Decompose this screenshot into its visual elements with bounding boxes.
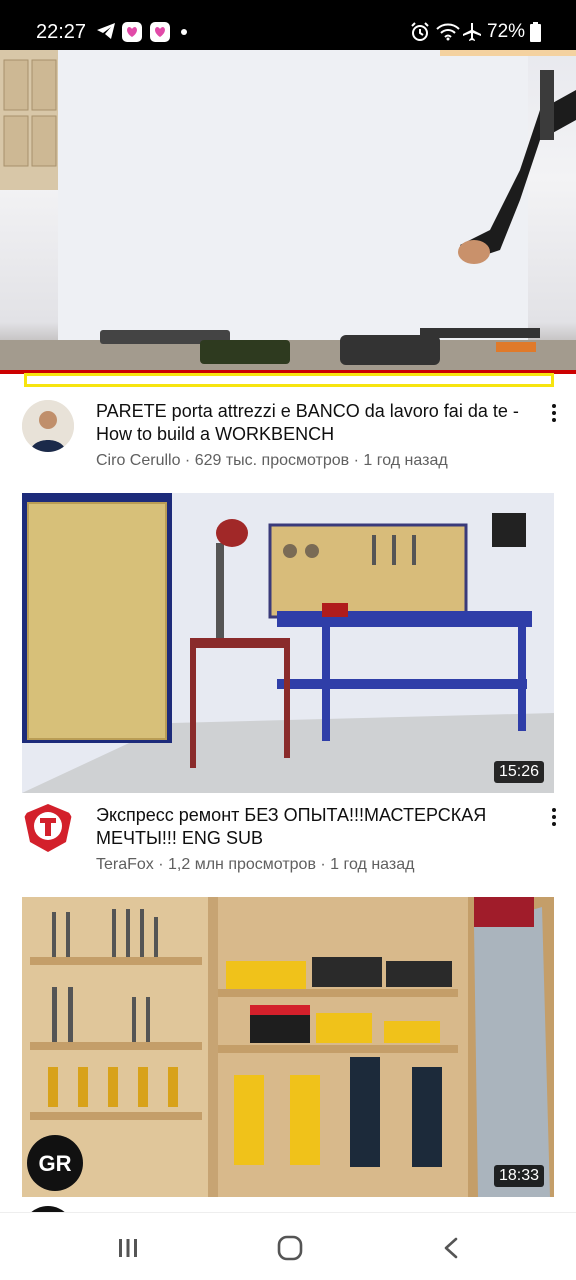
back-icon[interactable] xyxy=(442,1237,460,1259)
system-nav-bar xyxy=(0,1212,576,1280)
dot-icon xyxy=(181,29,187,35)
alarm-icon xyxy=(411,22,429,41)
channel-avatar[interactable] xyxy=(22,802,74,854)
likee-icon xyxy=(122,22,142,42)
video-metadata: Ciro Cerullo · 629 тыс. просмотров · 1 г… xyxy=(96,452,448,469)
wifi-icon xyxy=(436,23,460,41)
thumbnail-illustration xyxy=(22,493,554,793)
video-title[interactable]: PARETE porta attrezzi e BANCO da lavoro … xyxy=(96,400,524,446)
kebab-dot-icon xyxy=(552,418,556,422)
video-duration-badge: 15:26 xyxy=(493,761,544,783)
scrub-highlight xyxy=(24,373,554,387)
video-thumbnail[interactable]: GR 18:33 xyxy=(22,897,554,1197)
status-bar: 22:27 72% xyxy=(0,0,576,50)
player-frame-illustration xyxy=(0,50,576,370)
channel-avatar[interactable] xyxy=(22,400,74,452)
video-meta-1: PARETE porta attrezzi e BANCO da lavoro … xyxy=(0,396,576,476)
svg-text:GR: GR xyxy=(39,1151,72,1176)
kebab-dot-icon xyxy=(552,808,556,812)
likee-icon xyxy=(150,22,170,42)
video-meta-2: Экспресс ремонт БЕЗ ОПЫТА!!!МАСТЕРСКАЯ М… xyxy=(0,800,576,880)
battery-icon xyxy=(530,22,541,42)
video-thumbnail[interactable]: 15:26 xyxy=(22,493,554,793)
more-options-button[interactable] xyxy=(548,806,560,830)
kebab-dot-icon xyxy=(552,404,556,408)
recents-icon[interactable] xyxy=(117,1237,139,1259)
telegram-icon xyxy=(97,23,115,39)
thumbnail-illustration: GR xyxy=(22,897,554,1197)
avatar-image xyxy=(22,400,74,452)
video-duration-badge: 18:33 xyxy=(493,1165,544,1187)
home-icon[interactable] xyxy=(277,1235,303,1261)
kebab-dot-icon xyxy=(552,411,556,415)
kebab-dot-icon xyxy=(552,815,556,819)
airplane-icon xyxy=(463,23,481,41)
status-time: 22:27 xyxy=(36,21,87,43)
battery-percent: 72% xyxy=(487,21,526,42)
terafox-logo-icon xyxy=(24,804,72,852)
video-player[interactable] xyxy=(0,50,576,370)
video-metadata: TeraFox · 1,2 млн просмотров · 1 год наз… xyxy=(96,856,415,873)
more-options-button[interactable] xyxy=(548,402,560,426)
video-title[interactable]: Экспресс ремонт БЕЗ ОПЫТА!!!МАСТЕРСКАЯ М… xyxy=(96,804,524,850)
kebab-dot-icon xyxy=(552,822,556,826)
